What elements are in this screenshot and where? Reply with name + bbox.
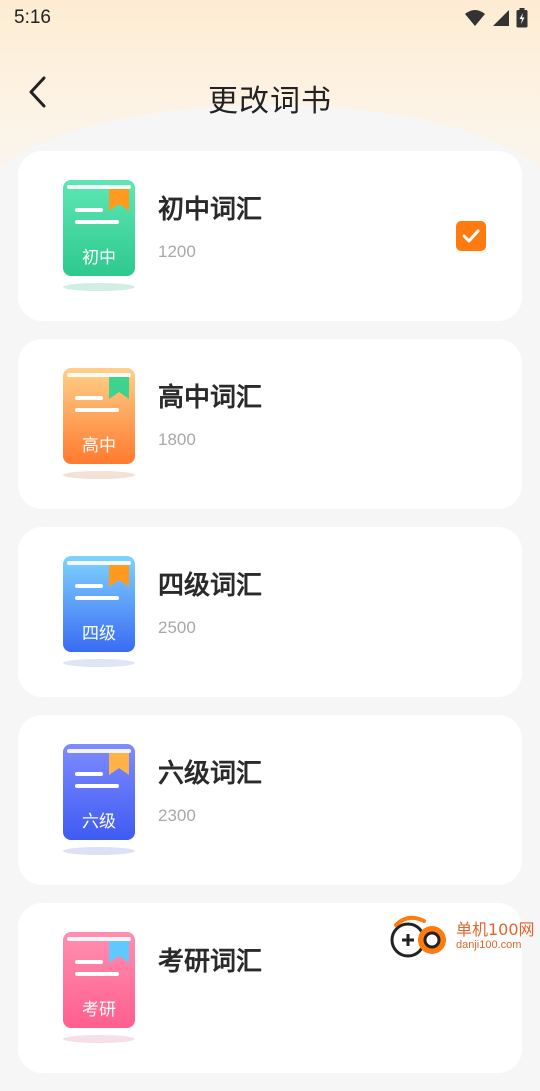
book-cover-label: 四级 [82,624,116,644]
selected-checkbox[interactable] [456,221,486,251]
book-shadow [63,471,135,479]
book-cover: 初中 [63,180,135,276]
book-word-count: 1800 [158,430,196,449]
wifi-icon [465,10,485,26]
watermark: 单机100网 danji100.com [388,912,540,960]
status-icons [464,8,528,28]
book-cover-label: 高中 [82,436,116,456]
book-shadow [63,847,135,855]
book-title: 初中词汇 [158,195,263,225]
watermark-domain: danji100.com [456,938,522,951]
book-cover: 高中 [63,368,135,464]
book-title: 六级词汇 [158,759,263,789]
book-cover: 四级 [63,556,135,652]
book-card[interactable]: 六级 六级词汇 2300 [18,715,522,885]
nav-bar: 更改词书 [0,58,540,130]
book-word-count: 2300 [158,806,196,825]
check-icon [462,229,480,243]
book-cover-label: 六级 [82,812,116,832]
bookmark-icon [109,377,129,399]
book-cover-label: 初中 [82,248,116,268]
book-shadow [63,659,135,667]
book-cover: 考研 [63,932,135,1028]
book-shadow [63,283,135,291]
book-card[interactable]: 初中 初中词汇 1200 [18,151,522,321]
watermark-name: 单机100网 [456,920,535,940]
book-shadow [63,1035,135,1043]
status-time: 5:16 [14,7,51,28]
book-title: 高中词汇 [158,383,263,413]
bookmark-icon [109,565,129,587]
bookmark-icon [109,189,129,211]
status-bar: 5:16 [0,0,540,36]
book-cover: 六级 [63,744,135,840]
book-card[interactable]: 高中 高中词汇 1800 [18,339,522,509]
book-cover-label: 考研 [82,1000,116,1020]
page-title: 更改词书 [208,84,332,119]
bookmark-icon [109,753,129,775]
book-card[interactable]: 四级 四级词汇 2500 [18,527,522,697]
watermark-logo-icon [390,915,446,958]
battery-icon [516,8,528,28]
book-title: 四级词汇 [158,571,263,601]
book-word-count: 2500 [158,618,196,637]
signal-icon [493,10,509,26]
book-word-count: 1200 [158,242,196,261]
